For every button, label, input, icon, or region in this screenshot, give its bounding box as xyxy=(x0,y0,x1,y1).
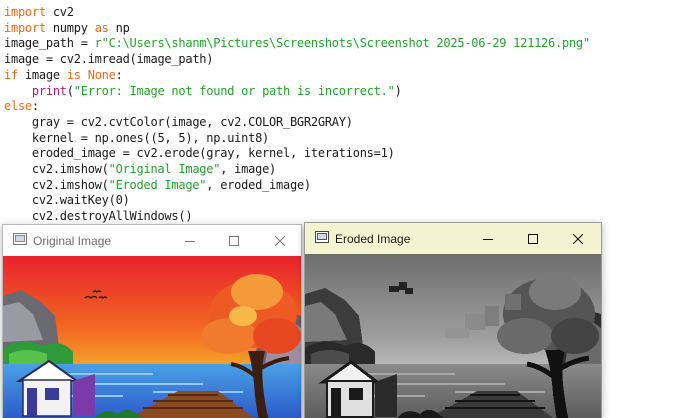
minimize-icon xyxy=(185,240,195,242)
code-line: print("Error: Image not found or path is… xyxy=(4,83,402,99)
eroded-image-canvas xyxy=(305,254,601,418)
eroded-image-titlebar[interactable]: Eroded Image xyxy=(305,223,601,254)
code-token: cv2 xyxy=(45,5,74,19)
code-token: ) xyxy=(394,83,402,98)
close-button[interactable] xyxy=(555,223,601,254)
code-editor[interactable]: import cv2 import numpy as np image_path =… xyxy=(0,0,683,230)
maximize-icon xyxy=(229,235,239,246)
code-token: cv2.imshow( xyxy=(4,162,109,176)
code-token: import xyxy=(4,20,46,35)
code-token: : xyxy=(115,67,123,82)
code-line: if image is None: xyxy=(4,67,123,83)
code-token: : xyxy=(31,99,39,114)
code-token: image_path = xyxy=(4,36,95,51)
code-token: "Original Image" xyxy=(108,162,221,176)
code-token: image = cv2.imread(image_path) xyxy=(4,52,214,67)
code-token: cv2.waitKey(0) xyxy=(4,193,130,208)
close-button[interactable] xyxy=(257,225,301,256)
code-token: np xyxy=(108,20,130,35)
code-token: gray = cv2.cvtColor(image, cv2.COLOR_BGR… xyxy=(4,114,353,129)
minimize-button[interactable] xyxy=(167,225,213,256)
code-token: print xyxy=(31,83,67,98)
code-token: if xyxy=(4,67,18,82)
close-icon xyxy=(275,235,285,246)
code-token: is xyxy=(66,67,81,82)
original-image-canvas xyxy=(3,256,301,418)
eroded-image xyxy=(305,254,601,418)
code-line: cv2.imshow("Eroded Image", eroded_image) xyxy=(4,177,311,193)
code-token: "Error: Image not found or path is incor… xyxy=(73,83,395,98)
code-token: as xyxy=(94,20,109,35)
original-image-titlebar[interactable]: Original Image xyxy=(3,225,301,256)
minimize-icon xyxy=(483,238,493,240)
original-image xyxy=(3,256,301,418)
code-token: eroded_image = cv2.erode(gray, kernel, i… xyxy=(4,146,395,161)
original-image-window[interactable]: Original Image xyxy=(2,224,302,418)
window-title: Eroded Image xyxy=(335,232,411,246)
code-line: import cv2 xyxy=(4,4,74,20)
maximize-button[interactable] xyxy=(510,223,556,254)
code-line: kernel = np.ones((5, 5), np.uint8) xyxy=(4,130,269,146)
code-line: image_path = r"C:\Users\shanm\Pictures\S… xyxy=(4,35,590,51)
code-token: None xyxy=(87,67,116,82)
window-title: Original Image xyxy=(33,234,112,248)
code-line: import numpy as np xyxy=(4,20,130,36)
eroded-image-window[interactable]: Eroded Image xyxy=(304,222,602,418)
code-token: image xyxy=(17,67,67,82)
image-window-icon xyxy=(315,231,329,243)
close-icon xyxy=(573,233,583,244)
code-line: image = cv2.imread(image_path) xyxy=(4,51,214,67)
code-token: numpy xyxy=(45,20,95,35)
minimize-button[interactable] xyxy=(465,223,511,254)
code-line: cv2.waitKey(0) xyxy=(4,192,130,208)
code-token: , eroded_image) xyxy=(206,177,311,192)
maximize-icon xyxy=(528,233,538,244)
code-token: "Eroded Image" xyxy=(108,177,207,192)
code-line: gray = cv2.cvtColor(image, cv2.COLOR_BGR… xyxy=(4,114,353,130)
maximize-button[interactable] xyxy=(211,225,257,256)
code-line: eroded_image = cv2.erode(gray, kernel, i… xyxy=(4,145,395,161)
code-token: import xyxy=(4,5,46,19)
code-token: , image) xyxy=(220,162,277,176)
code-line: cv2.destroyAllWindows() xyxy=(4,208,193,224)
code-token: cv2.imshow( xyxy=(4,177,109,192)
code-token: r"C:\Users\shanm\Pictures\Screenshots\Sc… xyxy=(94,36,590,51)
code-token: else xyxy=(4,99,32,114)
code-line: cv2.imshow("Original Image", image) xyxy=(4,161,276,177)
code-token: ( xyxy=(66,83,74,98)
code-line: else: xyxy=(4,98,39,114)
image-window-icon xyxy=(13,233,27,245)
code-token: kernel = np.ones((5, 5), np.uint8) xyxy=(4,130,270,145)
code-token: cv2.destroyAllWindows() xyxy=(4,209,193,224)
